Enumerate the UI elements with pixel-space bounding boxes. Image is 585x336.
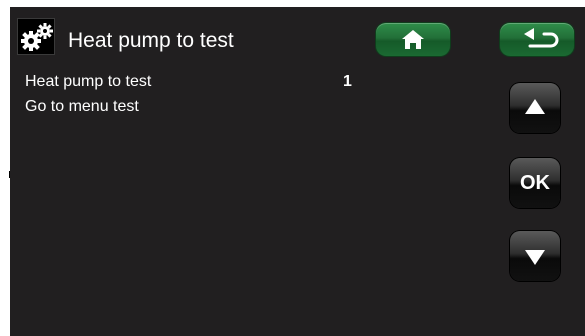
- ok-button[interactable]: OK: [510, 158, 560, 208]
- home-icon: [402, 30, 424, 49]
- triangle-down-icon: [525, 250, 545, 265]
- display-screen: [10, 7, 585, 336]
- menu-item-go-to-menu-test[interactable]: Go to menu test: [25, 97, 139, 117]
- heat-pump-to-test-value[interactable]: 1: [343, 72, 352, 92]
- menu-item-heat-pump-to-test[interactable]: Heat pump to test: [25, 72, 151, 92]
- ok-label: OK: [520, 172, 550, 194]
- triangle-up-icon: [525, 99, 545, 114]
- back-arrow-icon: [524, 28, 559, 48]
- page-title: Heat pump to test: [68, 29, 234, 52]
- scroll-up-button[interactable]: [510, 83, 560, 133]
- home-button[interactable]: [376, 23, 450, 56]
- back-button[interactable]: [500, 23, 574, 56]
- scroll-down-button[interactable]: [510, 231, 560, 281]
- gears-icon: [17, 18, 55, 55]
